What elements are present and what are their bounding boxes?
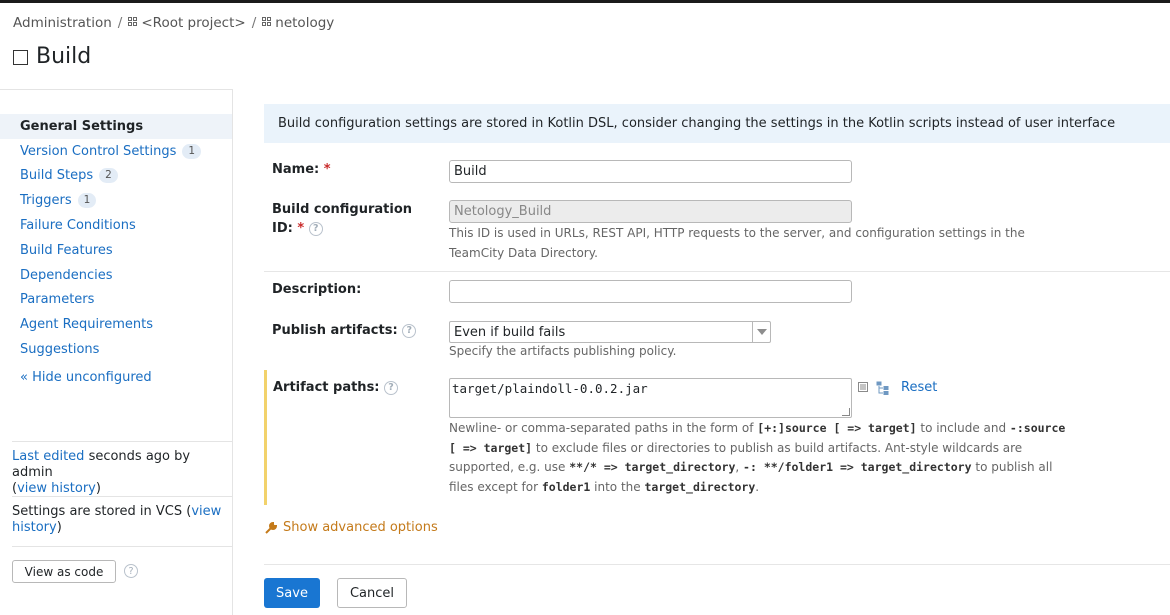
note-text: to include and <box>920 421 1007 435</box>
artifact-paths-textarea[interactable]: target/plaindoll-0.0.2.jar <box>449 378 852 418</box>
vcs-info: Settings are stored in VCS (view history) <box>12 504 222 535</box>
id-label-text: ID: <box>272 221 293 236</box>
sidebar-item-parameters[interactable]: Parameters <box>0 288 232 313</box>
breadcrumb-separator: / <box>117 15 123 31</box>
count-badge: 1 <box>182 143 202 159</box>
project-icon <box>128 17 138 27</box>
note-code: target_directory <box>644 479 756 494</box>
note-code: [+:]source [ => target] <box>757 421 917 435</box>
id-note: This ID is used in URLs, REST API, HTTP … <box>449 226 1025 260</box>
build-config-icon <box>13 50 28 65</box>
sidebar-item-build-steps[interactable]: Build Steps 2 <box>0 164 232 189</box>
note-text: Newline- or comma-separated paths in the… <box>449 421 754 435</box>
name-label-text: Name: <box>272 162 320 177</box>
show-advanced-options-link[interactable]: Show advanced options <box>264 520 438 535</box>
help-icon[interactable]: ? <box>384 380 399 395</box>
sidebar-item-label: Version Control Settings <box>20 143 177 159</box>
sidebar-item-label: Failure Conditions <box>20 218 136 234</box>
chevron-down-icon <box>752 322 770 342</box>
breadcrumb-separator: / <box>251 15 257 31</box>
kotlin-dsl-info-banner: Build configuration settings are stored … <box>264 104 1170 143</box>
view-as-code-button[interactable]: View as code <box>12 560 116 583</box>
sidebar-item-dependencies[interactable]: Dependencies <box>0 263 232 288</box>
sidebar-item-triggers[interactable]: Triggers 1 <box>0 188 232 213</box>
divider <box>264 564 1170 565</box>
list-icon[interactable] <box>858 382 868 392</box>
page-title: Build <box>36 44 92 69</box>
artifact-paths-value: target/plaindoll-0.0.2.jar <box>452 381 648 396</box>
vcs-view-history-link[interactable]: view <box>191 504 221 519</box>
note-text: , <box>735 460 740 474</box>
project-icon <box>262 17 272 27</box>
note-text: . <box>755 479 760 494</box>
count-badge: 1 <box>77 193 97 209</box>
count-badge: 2 <box>99 168 118 184</box>
sidebar-divider <box>12 441 232 442</box>
vcs-text: Settings are stored in VCS <box>12 504 183 519</box>
name-input[interactable]: Build <box>449 160 852 183</box>
help-icon[interactable]: ? <box>124 564 138 578</box>
show-advanced-options-label: Show advanced options <box>283 520 438 535</box>
artifact-paths-label: Artifact paths: ? <box>273 378 399 397</box>
help-icon[interactable]: ? <box>402 323 417 338</box>
last-edited-info: Last edited seconds ago by admin (view hi… <box>12 449 191 496</box>
divider <box>264 271 1170 272</box>
description-input[interactable] <box>449 280 852 303</box>
sidebar-item-label: General Settings <box>20 118 144 134</box>
wrench-icon <box>265 521 278 534</box>
help-icon[interactable]: ? <box>308 221 323 236</box>
sidebar-item-label: Build Features <box>20 242 113 258</box>
title-row: Build <box>13 44 91 69</box>
sidebar-item-general-settings[interactable]: General Settings <box>0 114 232 139</box>
name-label: Name: * <box>272 160 331 179</box>
sidebar-item-label: Agent Requirements <box>20 317 153 333</box>
publish-artifacts-label-text: Publish artifacts: <box>272 323 398 338</box>
build-config-id-input: Netology_Build <box>449 200 852 223</box>
id-label: Build configuration ID: * ? <box>272 200 412 238</box>
id-label-text: Build configuration <box>272 202 413 217</box>
vcs-view-history-link[interactable]: history <box>12 520 57 535</box>
sidebar-item-label: Dependencies <box>20 267 113 283</box>
sidebar-divider <box>12 496 232 497</box>
breadcrumb-administration[interactable]: Administration <box>13 15 112 31</box>
sidebar-item-suggestions[interactable]: Suggestions <box>0 337 232 362</box>
description-label: Description: <box>272 282 362 297</box>
breadcrumb-project[interactable]: netology <box>275 15 334 31</box>
sidebar-item-version-control-settings[interactable]: Version Control Settings 1 <box>0 139 232 164</box>
sidebar-item-label: Parameters <box>20 292 95 308</box>
save-button[interactable]: Save <box>264 578 320 608</box>
sidebar-item-agent-requirements[interactable]: Agent Requirements <box>0 312 232 337</box>
note-code: folder1 <box>541 479 591 494</box>
sidebar-item-label: Build Steps <box>20 168 94 184</box>
sidebar-item-build-features[interactable]: Build Features <box>0 238 232 263</box>
note-code: **/* => target_directory <box>569 460 736 474</box>
sidebar-item-label: Suggestions <box>20 342 100 358</box>
main-content: Build configuration settings are stored … <box>264 104 1170 608</box>
publish-artifacts-label: Publish artifacts: ? <box>272 321 417 340</box>
publish-artifacts-select[interactable]: Even if build fails <box>449 321 771 343</box>
note-text: into the <box>594 479 641 494</box>
cancel-button[interactable]: Cancel <box>337 578 407 608</box>
top-bar <box>0 0 1170 3</box>
sidebar-nav: General Settings Version Control Setting… <box>0 114 232 362</box>
required-mark: * <box>297 221 305 236</box>
sidebar-item-failure-conditions[interactable]: Failure Conditions <box>0 213 232 238</box>
sidebar: General Settings Version Control Setting… <box>0 89 233 615</box>
publish-artifacts-note: Specify the artifacts publishing policy. <box>449 344 677 358</box>
resize-handle-icon[interactable] <box>842 408 850 416</box>
publish-artifacts-value: Even if build fails <box>454 325 566 340</box>
hide-unconfigured-link[interactable]: « Hide unconfigured <box>20 370 152 385</box>
sidebar-item-label: Triggers <box>20 193 72 209</box>
last-edited-link[interactable]: Last edited <box>12 449 84 464</box>
note-code: -: **/folder1 => target_directory <box>743 460 972 474</box>
breadcrumb-root-project[interactable]: <Root project> <box>141 15 245 31</box>
artifact-paths-label-text: Artifact paths: <box>273 380 380 395</box>
view-history-link[interactable]: view history <box>17 481 96 496</box>
artifact-paths-note: Newline- or comma-separated paths in the… <box>449 419 1079 497</box>
breadcrumb: Administration / <Root project> / netology <box>13 15 334 31</box>
required-mark: * <box>323 162 331 177</box>
reset-link[interactable]: Reset <box>901 380 937 395</box>
sidebar-divider <box>12 546 232 547</box>
tree-icon[interactable] <box>876 381 890 395</box>
